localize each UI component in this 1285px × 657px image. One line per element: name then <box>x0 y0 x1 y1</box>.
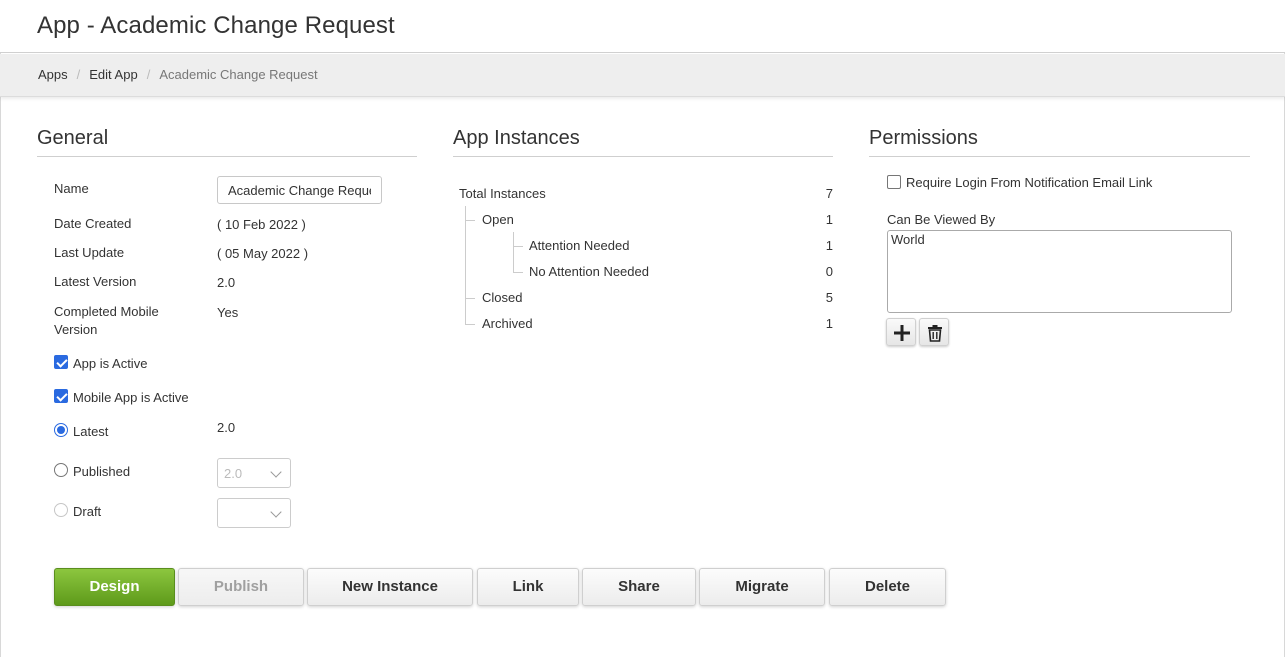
breadcrumb-edit-app[interactable]: Edit App <box>89 67 137 82</box>
plus-icon <box>894 325 910 341</box>
latest-version-value: 2.0 <box>217 275 236 290</box>
instance-count-archived: 1 <box>825 316 833 331</box>
breadcrumb-current: Academic Change Request <box>159 67 318 82</box>
app-active-checkbox[interactable] <box>54 355 68 369</box>
latest-version-radio-value: 2.0 <box>217 420 236 435</box>
instance-row-no-attention-needed[interactable]: No Attention Needed <box>529 264 649 279</box>
instance-count-closed: 5 <box>825 290 833 305</box>
published-version-select[interactable]: 2.0 <box>217 458 291 488</box>
breadcrumb-separator: / <box>146 67 151 82</box>
permissions-divider <box>869 156 1250 157</box>
published-select-value: 2.0 <box>224 466 243 481</box>
new-instance-button[interactable]: New Instance <box>307 568 473 606</box>
mobile-active-checkbox[interactable] <box>54 389 68 403</box>
latest-radio[interactable] <box>54 423 68 437</box>
tree-connector <box>513 272 523 273</box>
draft-version-select[interactable] <box>217 498 291 528</box>
tree-connector <box>465 324 475 325</box>
mobile-active-label: Mobile App is Active <box>73 390 189 405</box>
link-button[interactable]: Link <box>477 568 579 606</box>
instance-count-no-attention-needed: 0 <box>825 264 833 279</box>
published-radio[interactable] <box>54 463 68 477</box>
last-update-value: ( 05 May 2022 ) <box>217 246 309 261</box>
instance-row-open[interactable]: Open <box>482 212 514 227</box>
general-section-title: General <box>37 127 109 149</box>
viewed-by-listbox[interactable]: World <box>887 230 1232 313</box>
migrate-button[interactable]: Migrate <box>699 568 825 606</box>
page-title: App - Academic Change Request <box>37 12 395 39</box>
require-login-checkbox[interactable] <box>887 175 901 189</box>
instance-row-total[interactable]: Total Instances <box>459 186 546 201</box>
app-name-input[interactable] <box>217 176 382 204</box>
tree-connector <box>513 232 514 272</box>
latest-label: Latest <box>73 424 109 439</box>
window-frame <box>0 0 1285 657</box>
last-update-label: Last Update <box>54 245 125 260</box>
instance-row-closed[interactable]: Closed <box>482 290 522 305</box>
completed-mobile-label-line2: Version <box>54 322 98 337</box>
breadcrumb: Apps / Edit App / Academic Change Request <box>0 54 1285 97</box>
instance-row-attention-needed[interactable]: Attention Needed <box>529 238 629 253</box>
tree-connector <box>465 220 475 221</box>
instance-count-attention-needed: 1 <box>825 238 833 253</box>
viewed-by-option-world[interactable]: World <box>891 232 925 247</box>
date-created-value: ( 10 Feb 2022 ) <box>217 217 306 232</box>
add-permission-button[interactable] <box>886 318 916 346</box>
completed-mobile-label-line1: Completed Mobile <box>54 304 159 319</box>
instance-row-archived[interactable]: Archived <box>482 316 533 331</box>
chevron-down-icon <box>270 466 282 478</box>
design-button[interactable]: Design <box>54 568 175 606</box>
header-bar: App - Academic Change Request <box>0 0 1285 53</box>
require-login-label: Require Login From Notification Email Li… <box>906 175 1153 190</box>
published-label: Published <box>73 464 131 479</box>
date-created-label: Date Created <box>54 216 132 231</box>
instances-section-title: App Instances <box>453 127 580 149</box>
tree-connector <box>513 246 523 247</box>
publish-button[interactable]: Publish <box>178 568 304 606</box>
completed-mobile-value: Yes <box>217 305 239 320</box>
completed-mobile-label: Completed Mobile Version <box>54 303 159 339</box>
viewed-by-label: Can Be Viewed By <box>887 212 996 227</box>
draft-label: Draft <box>73 504 102 519</box>
permissions-section-title: Permissions <box>869 127 978 149</box>
delete-permission-button[interactable] <box>919 318 949 346</box>
tree-connector <box>465 206 466 324</box>
latest-version-label: Latest Version <box>54 274 137 289</box>
name-label: Name <box>54 181 89 196</box>
breadcrumb-separator: / <box>76 67 81 82</box>
general-divider <box>37 156 417 157</box>
delete-button[interactable]: Delete <box>829 568 946 606</box>
chevron-down-icon <box>270 506 282 518</box>
instance-count-open: 1 <box>825 212 833 227</box>
app-active-label: App is Active <box>73 356 148 371</box>
instances-divider <box>453 156 833 157</box>
instance-count-total: 7 <box>825 186 833 201</box>
share-button[interactable]: Share <box>582 568 696 606</box>
breadcrumb-apps[interactable]: Apps <box>38 67 68 82</box>
tree-connector <box>465 298 475 299</box>
trash-icon <box>928 325 942 342</box>
draft-radio[interactable] <box>54 503 68 517</box>
